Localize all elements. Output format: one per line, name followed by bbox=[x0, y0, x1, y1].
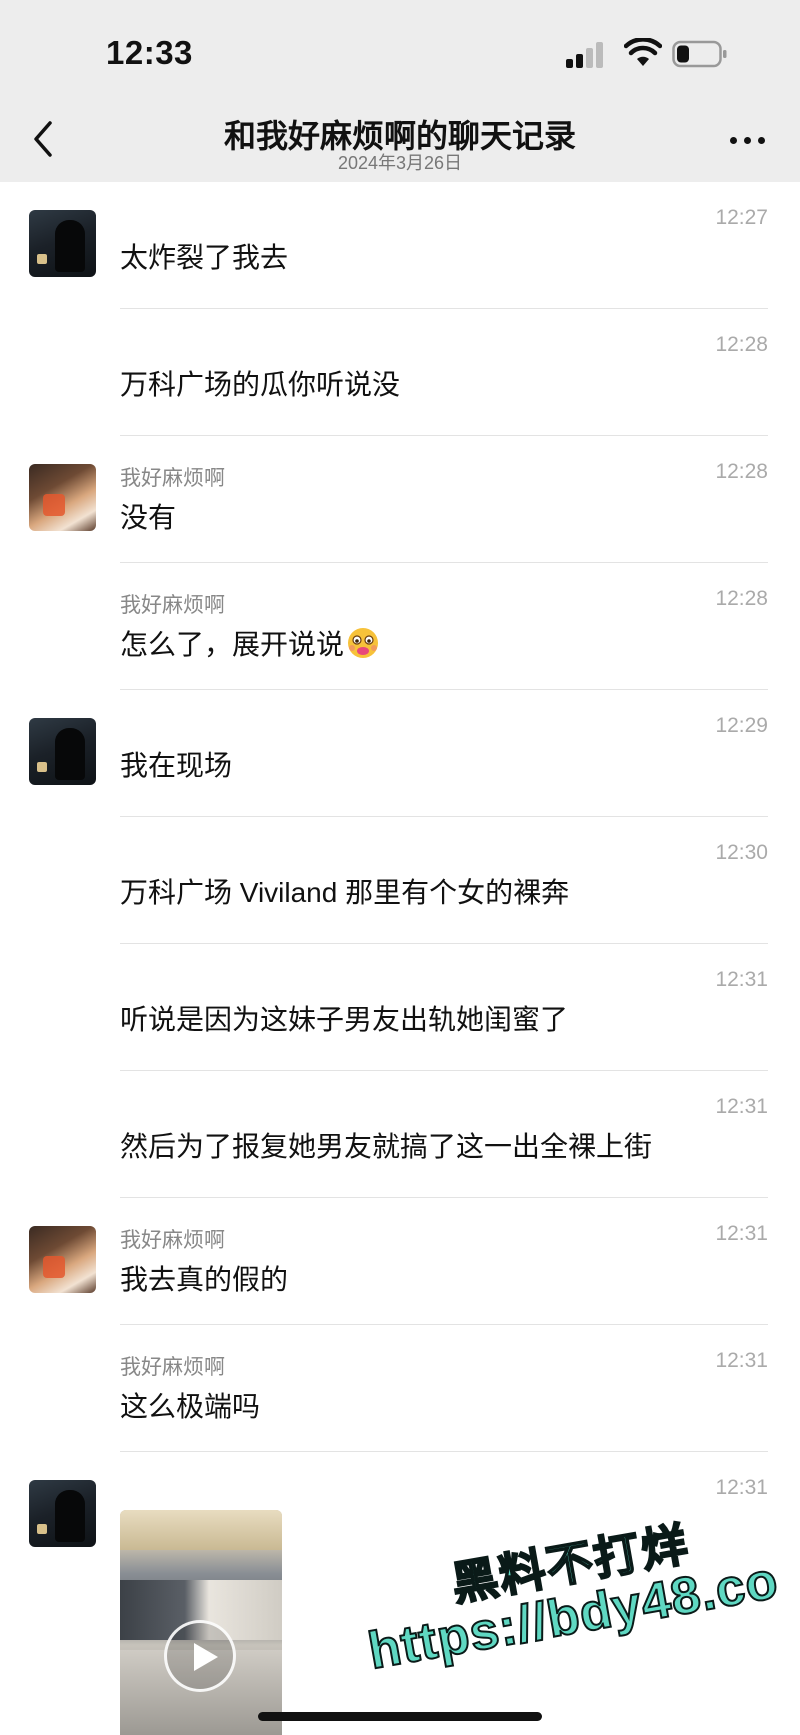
message-time: 12:28 bbox=[715, 460, 768, 483]
message-text: 这么极端吗 bbox=[120, 1391, 261, 1422]
message-text: 怎么了，展开说说 bbox=[120, 629, 345, 660]
chat-message[interactable]: 12:28 万科广场的瓜你听说没 bbox=[0, 309, 800, 436]
message-text: 太炸裂了我去 bbox=[120, 242, 289, 273]
message-text: 万科广场的瓜你听说没 bbox=[120, 369, 401, 400]
message-time: 12:30 bbox=[715, 841, 768, 864]
avatar[interactable] bbox=[29, 1226, 96, 1293]
message-time: 12:31 bbox=[715, 1222, 768, 1245]
chat-message[interactable]: 我好麻烦啊 12:31 这么极端吗 bbox=[0, 1325, 800, 1452]
message-time: 12:29 bbox=[715, 714, 768, 737]
shy-face-emoji-icon bbox=[348, 628, 379, 658]
nav-bar: 和我好麻烦啊的聊天记录 2024年3月26日 bbox=[0, 105, 800, 182]
more-options-icon[interactable] bbox=[728, 129, 768, 153]
message-time: 12:31 bbox=[715, 1476, 768, 1499]
sender-name: 我好麻烦啊 bbox=[120, 1229, 225, 1252]
message-text: 我在现场 bbox=[120, 750, 233, 781]
battery-icon bbox=[672, 40, 727, 68]
status-bar: 12:33 bbox=[0, 0, 800, 105]
status-time: 12:33 bbox=[106, 34, 193, 71]
message-text: 万科广场 Viviland 那里有个女的裸奔 bbox=[120, 877, 570, 908]
message-text: 我去真的假的 bbox=[120, 1264, 289, 1295]
message-text: 然后为了报复她男友就搞了这一出全裸上街 bbox=[120, 1131, 653, 1162]
chat-message[interactable]: 我好麻烦啊 12:28 没有 bbox=[0, 436, 800, 563]
play-icon[interactable] bbox=[164, 1620, 236, 1692]
message-time: 12:28 bbox=[715, 333, 768, 356]
video-frame-ceiling bbox=[120, 1510, 282, 1550]
message-time: 12:28 bbox=[715, 587, 768, 610]
video-thumbnail[interactable] bbox=[120, 1510, 282, 1735]
message-text: 听说是因为这妹子男友出轨她闺蜜了 bbox=[120, 1004, 569, 1035]
chat-message[interactable]: 12:27 太炸裂了我去 bbox=[0, 182, 800, 309]
page-date: 2024年3月26日 bbox=[337, 153, 463, 173]
chat-message[interactable]: 我好麻烦啊 12:28 怎么了，展开说说 bbox=[0, 563, 800, 690]
chat-message[interactable]: 12:30 万科广场 Viviland 那里有个女的裸奔 bbox=[0, 817, 800, 944]
avatar[interactable] bbox=[29, 464, 96, 531]
avatar[interactable] bbox=[29, 1480, 96, 1547]
chat-message[interactable]: 12:31 然后为了报复她男友就搞了这一出全裸上街 bbox=[0, 1071, 800, 1198]
home-indicator[interactable] bbox=[258, 1712, 542, 1721]
cellular-signal-icon bbox=[566, 42, 610, 68]
chat-message[interactable]: 12:29 我在现场 bbox=[0, 690, 800, 817]
sender-name: 我好麻烦啊 bbox=[120, 1356, 225, 1379]
sender-name: 我好麻烦啊 bbox=[120, 467, 225, 490]
message-time: 12:31 bbox=[715, 968, 768, 991]
avatar[interactable] bbox=[29, 210, 96, 277]
chat-message[interactable]: 我好麻烦啊 12:31 我去真的假的 bbox=[0, 1198, 800, 1325]
chat-history-list[interactable]: 12:27 太炸裂了我去 12:28 万科广场的瓜你听说没 我好麻烦啊 12:2… bbox=[0, 182, 800, 1735]
message-text-row: 怎么了，展开说说 bbox=[120, 623, 380, 663]
sender-name: 我好麻烦啊 bbox=[120, 594, 225, 617]
message-time: 12:31 bbox=[715, 1095, 768, 1118]
message-text: 没有 bbox=[120, 502, 177, 533]
chat-message[interactable]: 12:31 听说是因为这妹子男友出轨她闺蜜了 bbox=[0, 944, 800, 1071]
message-time: 12:27 bbox=[715, 206, 768, 229]
avatar[interactable] bbox=[29, 718, 96, 785]
message-time: 12:31 bbox=[715, 1349, 768, 1372]
wifi-icon bbox=[624, 38, 662, 66]
